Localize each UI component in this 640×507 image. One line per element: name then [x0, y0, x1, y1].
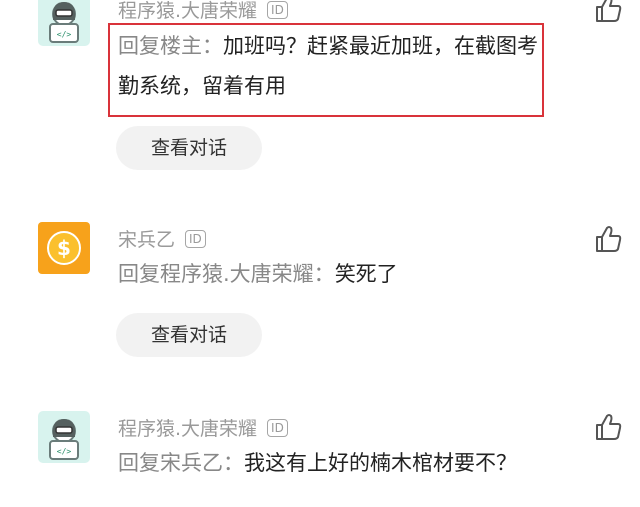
comment-username[interactable]: 程序猿.大唐荣耀 ID: [118, 414, 288, 441]
reply-prefix: 回复程序猿.大唐荣耀：: [118, 262, 335, 286]
comment-username[interactable]: 宋兵乙 ID: [118, 225, 206, 252]
username-text[interactable]: 程序猿.大唐荣耀: [118, 0, 257, 23]
coder-avatar-icon[interactable]: </>: [38, 411, 90, 463]
reply-text: 笑死了: [334, 262, 398, 286]
reply-prefix: 回复宋兵乙：: [118, 451, 244, 475]
comment-username[interactable]: 程序猿.大唐荣耀 ID: [118, 0, 288, 23]
thumbs-up-icon[interactable]: [593, 412, 623, 442]
id-badge: ID: [267, 0, 288, 19]
thumbs-up-icon[interactable]: [593, 224, 623, 254]
comment-text: 回复程序猿.大唐荣耀：笑死了: [118, 254, 538, 294]
dollar-coin-icon[interactable]: $: [38, 222, 90, 274]
highlight-annotation-box: [108, 23, 544, 117]
username-text[interactable]: 宋兵乙: [118, 225, 175, 252]
comment-text: 回复宋兵乙：我这有上好的楠木棺材要不？: [118, 443, 538, 483]
svg-text:$: $: [57, 236, 71, 260]
view-conversation-button[interactable]: 查看对话: [116, 313, 262, 357]
reply-text: 我这有上好的楠木棺材要不？: [244, 451, 517, 475]
coder-avatar-icon[interactable]: </>: [38, 0, 90, 46]
id-badge: ID: [267, 418, 288, 437]
thumbs-up-icon[interactable]: [593, 0, 623, 24]
svg-text:</>: </>: [57, 30, 72, 39]
id-badge: ID: [185, 229, 206, 248]
svg-text:</>: </>: [57, 447, 72, 456]
username-text[interactable]: 程序猿.大唐荣耀: [118, 414, 257, 441]
view-conversation-button[interactable]: 查看对话: [116, 126, 262, 170]
